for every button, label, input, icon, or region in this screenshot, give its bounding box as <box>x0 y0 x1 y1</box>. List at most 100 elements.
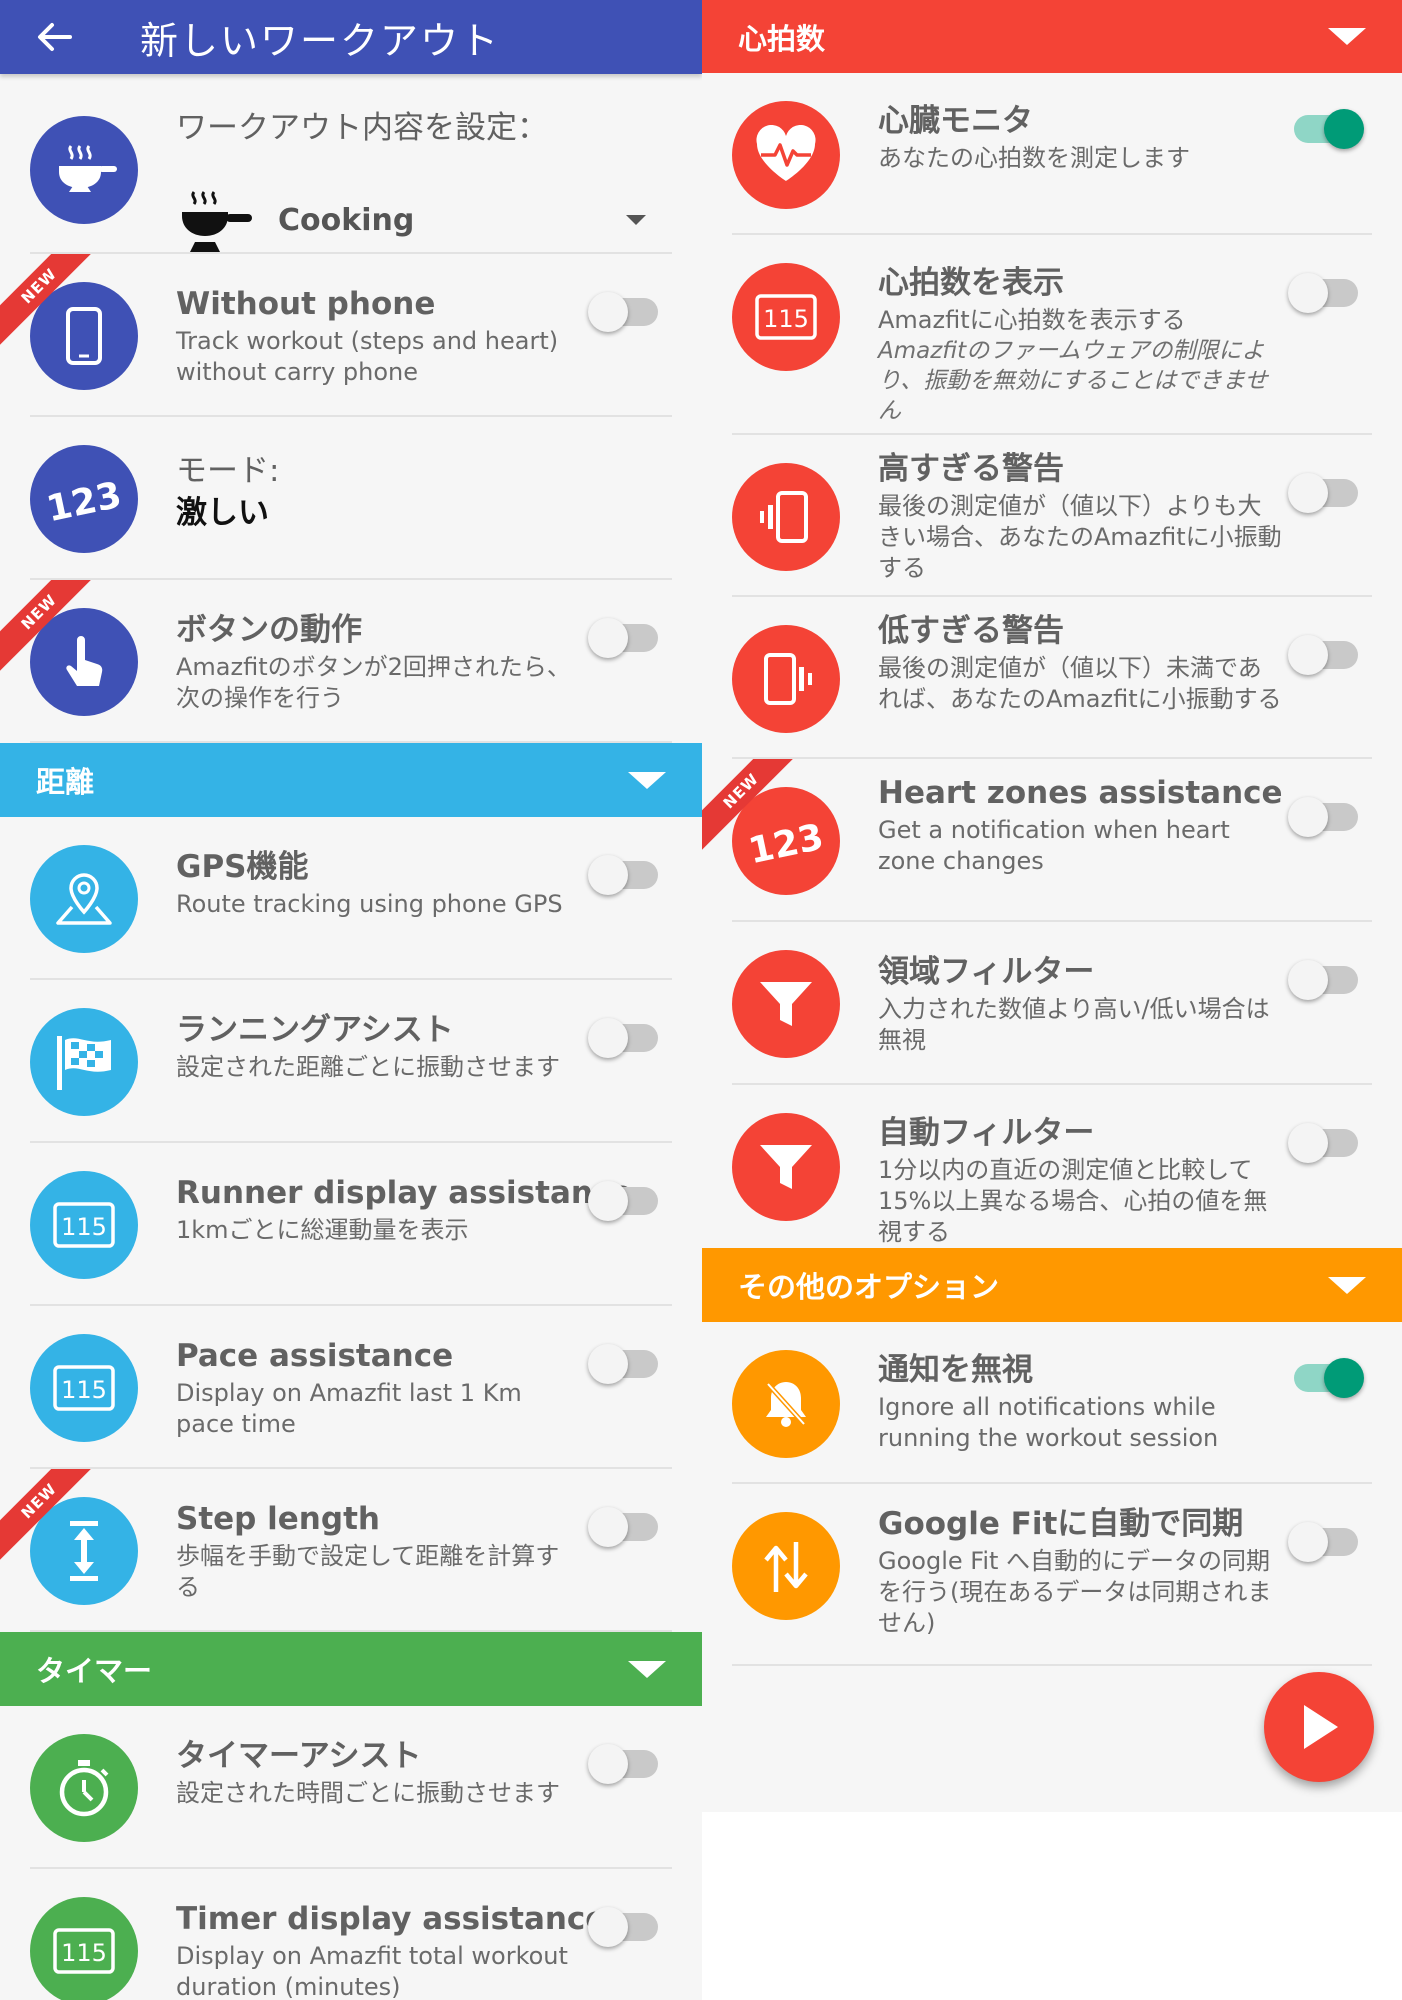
timer-assist-toggle[interactable] <box>588 1744 658 1784</box>
workout-type-label: ワークアウト内容を設定： <box>176 110 548 146</box>
high-alert-row[interactable]: 高すぎる警告 最後の測定値が（値以下）よりも大きい場合、あなたのAmazfitに… <box>702 435 1402 597</box>
phone-vibrate-icon <box>732 625 840 733</box>
without-phone-desc: Track workout (steps and heart) without … <box>176 327 559 386</box>
collapse-arrow-icon[interactable] <box>1328 28 1366 45</box>
icon-123-text: 123 <box>44 475 124 524</box>
low-alert-title: 低すぎる警告 <box>878 613 1064 649</box>
start-workout-button[interactable] <box>1264 1672 1374 1782</box>
mode-row[interactable]: 123 モード: 激しい <box>0 417 702 580</box>
step-length-toggle[interactable] <box>588 1507 658 1547</box>
timer-display-toggle[interactable] <box>588 1907 658 1947</box>
heart-monitor-toggle[interactable] <box>1294 109 1364 149</box>
range-filter-row[interactable]: 領域フィルター 入力された数値より高い/低い場合は無視 <box>702 922 1402 1085</box>
timer-display-desc: Display on Amazfit total workout duratio… <box>176 1942 568 2000</box>
pace-assistance-desc: Display on Amazfit last 1 Km pace time <box>176 1379 522 1438</box>
section-other-options[interactable]: その他のオプション <box>702 1248 1402 1322</box>
without-phone-toggle[interactable] <box>588 292 658 332</box>
stopwatch-icon <box>30 1734 138 1842</box>
gps-row[interactable]: GPS機能 Route tracking using phone GPS <box>0 817 702 980</box>
ignore-notifications-toggle[interactable] <box>1294 1358 1364 1398</box>
without-phone-row[interactable]: NEW Without phone Track workout (steps a… <box>0 254 702 417</box>
app-bar: 新しいワークアウト <box>0 0 702 74</box>
timer-display-row[interactable]: 115 Timer display assistance Display on … <box>0 1869 702 2000</box>
button-action-toggle[interactable] <box>588 618 658 658</box>
auto-filter-desc: 1分以内の直近の測定値と比較して15%以上異なる場合、心拍の値を無視する <box>878 1156 1268 1246</box>
watch-display-115-icon: 115 <box>30 1897 138 2000</box>
section-timer-label: タイマー <box>36 1654 153 1688</box>
ignore-notifications-title: 通知を無視 <box>878 1352 1033 1388</box>
pace-assistance-row[interactable]: 115 Pace assistance Display on Amazfit l… <box>0 1306 702 1469</box>
range-filter-toggle[interactable] <box>1288 960 1358 1000</box>
high-alert-toggle[interactable] <box>1288 473 1358 513</box>
ignore-notifications-row[interactable]: 通知を無視 Ignore all notifications while run… <box>702 1322 1402 1484</box>
phone-vibrate-icon <box>732 463 840 571</box>
high-alert-title: 高すぎる警告 <box>878 451 1064 487</box>
icon-123-text: 123 <box>746 817 826 866</box>
pace-assistance-title: Pace assistance <box>176 1338 454 1374</box>
google-fit-sync-toggle[interactable] <box>1288 1522 1358 1562</box>
running-assist-toggle[interactable] <box>588 1018 658 1058</box>
button-action-row[interactable]: NEW ボタンの動作 Amazfitのボタンが2回押されたら、次の操作を行う <box>0 580 702 743</box>
heart-monitor-row[interactable]: 心臓モニタ あなたの心拍数を測定します <box>702 73 1402 235</box>
section-heart-rate[interactable]: 心拍数 <box>702 0 1402 73</box>
pace-assistance-toggle[interactable] <box>588 1344 658 1384</box>
icon-115-text: 115 <box>61 1939 107 1967</box>
timer-assist-row[interactable]: タイマーアシスト 設定された時間ごとに振動させます <box>0 1706 702 1869</box>
checkered-flag-icon <box>30 1008 138 1116</box>
google-fit-sync-row[interactable]: Google Fitに自動で同期 Google Fit へ自動的にデータの同期を… <box>702 1484 1402 1666</box>
sync-arrows-icon <box>732 1512 840 1620</box>
heart-zones-row[interactable]: NEW 123 Heart zones assistance Get a not… <box>702 759 1402 922</box>
watch-display-115-icon: 115 <box>30 1334 138 1442</box>
range-filter-desc: 入力された数値より高い/低い場合は無視 <box>878 995 1270 1054</box>
gps-title: GPS機能 <box>176 849 309 885</box>
section-other-label: その他のオプション <box>738 1270 1000 1304</box>
funnel-filter-icon <box>732 1113 840 1221</box>
low-alert-toggle[interactable] <box>1288 635 1358 675</box>
section-distance[interactable]: 距離 <box>0 743 702 817</box>
section-timer[interactable]: タイマー <box>0 1632 702 1706</box>
timer-assist-desc: 設定された時間ごとに振動させます <box>176 1779 560 1807</box>
low-alert-row[interactable]: 低すぎる警告 最後の測定値が（値以下）未満であれば、あなたのAmazfitに小振… <box>702 597 1402 759</box>
without-phone-title: Without phone <box>176 286 436 322</box>
section-heart-rate-label: 心拍数 <box>738 21 826 56</box>
runner-display-title: Runner display assistance <box>176 1175 633 1211</box>
runner-display-toggle[interactable] <box>588 1181 658 1221</box>
collapse-arrow-icon[interactable] <box>628 1660 666 1678</box>
cooking-pan-icon <box>30 116 138 224</box>
watch-display-115-icon: 115 <box>732 263 840 371</box>
timer-display-title: Timer display assistance <box>176 1901 607 1937</box>
icon-115-text: 115 <box>61 1213 107 1241</box>
gps-toggle[interactable] <box>588 855 658 895</box>
runner-display-row[interactable]: 115 Runner display assistance 1kmごとに総運動量… <box>0 1143 702 1306</box>
step-length-row[interactable]: NEW Step length 歩幅を手動で設定して距離を計算する <box>0 1469 702 1632</box>
page-title: 新しいワークアウト <box>140 18 501 63</box>
back-arrow-icon[interactable] <box>24 7 84 67</box>
heart-pulse-icon <box>732 101 840 209</box>
map-pin-icon <box>30 845 138 953</box>
running-assist-row[interactable]: ランニングアシスト 設定された距離ごとに振動させます <box>0 980 702 1143</box>
collapse-arrow-icon[interactable] <box>1328 1276 1366 1294</box>
running-assist-title: ランニングアシスト <box>176 1012 454 1048</box>
numbers-123-icon: 123 <box>30 445 138 553</box>
show-heart-rate-toggle[interactable] <box>1288 273 1358 313</box>
heart-zones-title: Heart zones assistance <box>878 775 1283 811</box>
show-heart-rate-row[interactable]: 115 心拍数を表示 Amazfitに心拍数を表示する Amazfitのファーム… <box>702 235 1402 435</box>
timer-assist-title: タイマーアシスト <box>176 1738 422 1774</box>
dropdown-arrow-icon <box>626 215 646 225</box>
workout-type-row[interactable]: ワークアウト内容を設定： Cooking <box>0 74 702 254</box>
icon-115-text: 115 <box>763 305 809 333</box>
watch-display-115-icon: 115 <box>30 1171 138 1279</box>
ignore-notifications-desc: Ignore all notifications while running t… <box>878 1393 1219 1452</box>
section-distance-label: 距離 <box>36 765 95 799</box>
workout-type-value: Cooking <box>278 202 415 238</box>
heart-monitor-desc: あなたの心拍数を測定します <box>878 144 1190 172</box>
heart-zones-desc: Get a notification when heart zone chang… <box>878 816 1230 875</box>
heart-zones-toggle[interactable] <box>1288 797 1358 837</box>
workout-type-dropdown[interactable]: Cooking <box>176 182 666 254</box>
auto-filter-row[interactable]: 自動フィルター 1分以内の直近の測定値と比較して15%以上異なる場合、心拍の値を… <box>702 1085 1402 1248</box>
mode-label: モード: <box>176 453 280 489</box>
collapse-arrow-icon[interactable] <box>628 771 666 789</box>
gps-desc: Route tracking using phone GPS <box>176 890 563 918</box>
mode-value: 激しい <box>176 495 269 531</box>
auto-filter-toggle[interactable] <box>1288 1123 1358 1163</box>
